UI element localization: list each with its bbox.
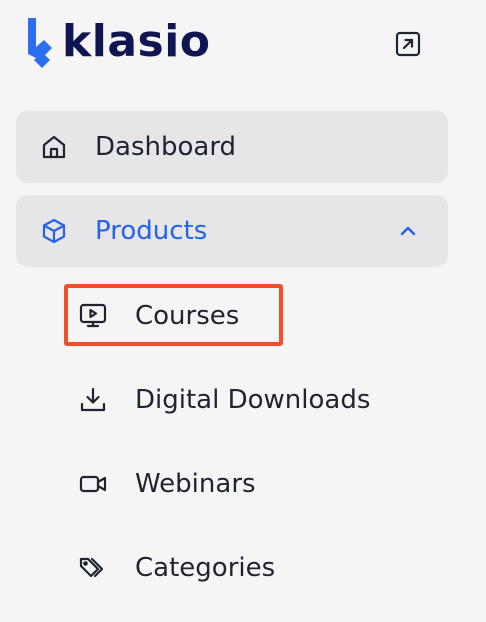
sidebar-item-label: Dashboard	[95, 132, 237, 162]
box-icon	[40, 217, 68, 245]
sidebar-subitem-label: Digital Downloads	[135, 385, 371, 415]
brand-logo[interactable]: klasio	[22, 16, 211, 72]
video-lesson-icon	[78, 301, 108, 331]
sidebar-subitem-label: Courses	[135, 301, 240, 331]
video-camera-icon	[78, 469, 108, 499]
collapse-sidebar-button[interactable]	[394, 30, 422, 58]
sidebar-subitem-categories[interactable]: Categories	[64, 536, 444, 600]
sidebar-subitem-label: Webinars	[135, 469, 256, 499]
download-icon	[78, 385, 108, 415]
tags-icon	[78, 553, 108, 583]
sidebar-subitem-courses[interactable]: Courses	[64, 284, 444, 348]
sidebar-item-dashboard[interactable]: Dashboard	[16, 111, 448, 183]
sidebar-subitem-digital-downloads[interactable]: Digital Downloads	[64, 368, 444, 432]
sidebar-item-label: Products	[95, 216, 208, 246]
collapse-sidebar-icon	[395, 31, 421, 57]
brand-name: klasio	[62, 16, 211, 67]
sidebar-subitem-label: Categories	[135, 553, 276, 583]
klasio-logo-icon	[22, 16, 58, 72]
chevron-up-icon[interactable]	[396, 219, 420, 243]
sidebar-header: klasio	[0, 0, 486, 100]
home-icon	[40, 133, 68, 161]
sidebar-item-products[interactable]: Products	[16, 195, 448, 267]
sidebar-subitem-webinars[interactable]: Webinars	[64, 452, 444, 516]
